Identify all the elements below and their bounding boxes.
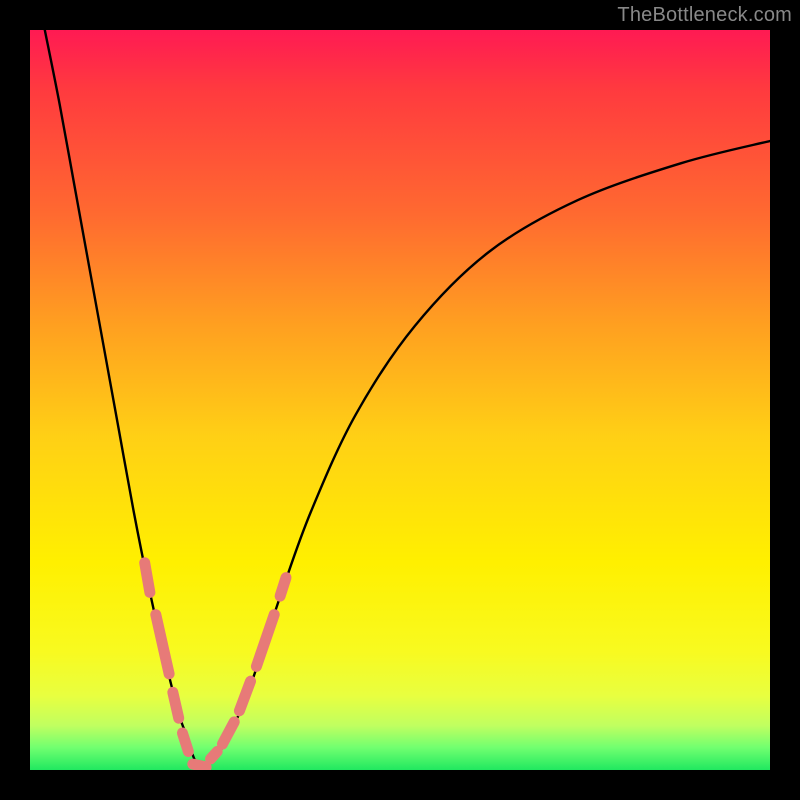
highlight-dash: [280, 578, 286, 597]
highlight-dash: [173, 692, 179, 718]
highlight-dash: [222, 722, 234, 744]
watermark-text: TheBottleneck.com: [617, 4, 792, 27]
highlight-dash: [239, 681, 250, 711]
highlight-dashes: [145, 563, 286, 767]
plot-area: [30, 30, 770, 770]
highlight-dash: [211, 752, 218, 759]
chart-frame: TheBottleneck.com: [0, 0, 800, 800]
highlight-dash: [145, 563, 150, 593]
curve-svg: [30, 30, 770, 770]
highlight-dash: [193, 764, 206, 767]
highlight-dash: [256, 615, 274, 667]
highlight-dash: [156, 615, 169, 674]
highlight-dash: [182, 733, 188, 752]
bottleneck-curve: [45, 30, 770, 770]
